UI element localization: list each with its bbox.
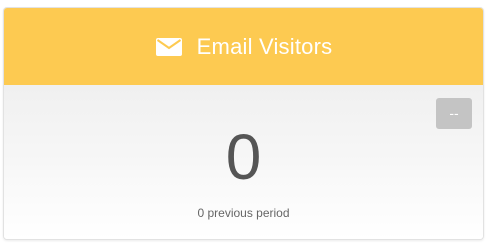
card-body: -- 0 0 previous period <box>4 85 483 239</box>
envelope-icon <box>155 37 183 57</box>
card-header: Email Visitors <box>4 8 483 85</box>
email-visitors-card: Email Visitors -- 0 0 previous period <box>3 7 484 240</box>
card-title: Email Visitors <box>196 33 333 59</box>
metric-value: 0 <box>225 121 262 193</box>
previous-period-text: 0 previous period <box>197 206 290 220</box>
